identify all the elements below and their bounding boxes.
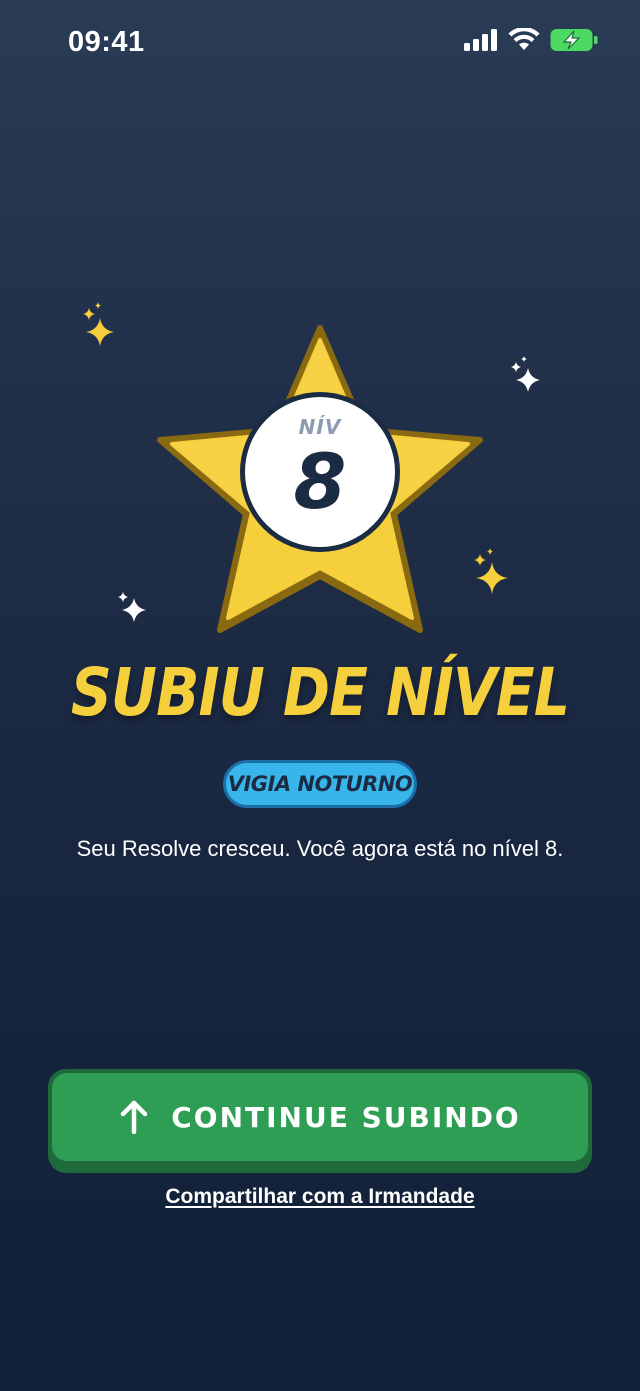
level-up-message: Seu Resolve cresceu. Você agora está no … bbox=[76, 836, 564, 861]
battery-charging-icon bbox=[550, 29, 598, 51]
rank-title-badge: VIGIA NOTURNO bbox=[223, 760, 417, 808]
status-time: 09:41 bbox=[68, 26, 145, 58]
level-up-headline: SUBIU DE NÍVEL bbox=[70, 654, 570, 731]
status-icons bbox=[464, 28, 598, 52]
level-number: 8 bbox=[293, 437, 347, 526]
sparkle-icon bbox=[511, 356, 540, 392]
share-link[interactable]: Compartilhar com a Irmandade bbox=[0, 1182, 640, 1212]
sparkle-icon bbox=[83, 302, 114, 346]
cellular-signal-icon bbox=[464, 29, 497, 51]
continue-button-label: CONTINUE SUBINDO bbox=[171, 1100, 521, 1134]
status-bar: 09:41 bbox=[0, 0, 640, 88]
level-badge: NÍV 8 bbox=[240, 392, 400, 552]
arrow-up-icon bbox=[121, 1100, 148, 1134]
wifi-icon bbox=[508, 28, 540, 50]
level-prefix: NÍV bbox=[298, 415, 342, 439]
sparkle-icon bbox=[118, 592, 146, 622]
continue-button-face[interactable]: CONTINUE SUBINDO bbox=[52, 1073, 588, 1161]
continue-button[interactable]: CONTINUE SUBINDO bbox=[48, 1069, 592, 1173]
